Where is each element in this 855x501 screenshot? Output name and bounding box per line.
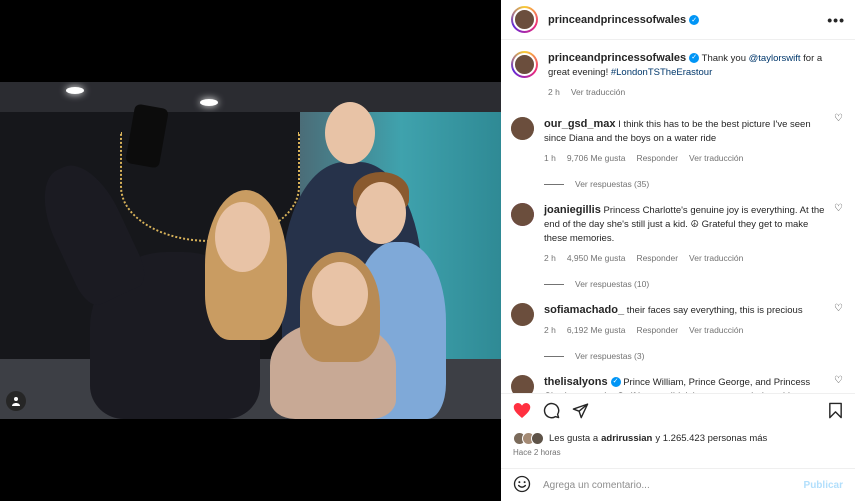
- comment-time: 2 h: [544, 325, 556, 335]
- author-username[interactable]: princeandprincessofwales: [548, 14, 686, 26]
- comment-item: joaniegillis Princess Charlotte's genuin…: [511, 189, 845, 265]
- person-charlotte-head: [312, 262, 368, 326]
- comment-reply-button[interactable]: Responder: [636, 323, 678, 337]
- comment-like-heart-icon[interactable]: ♡: [834, 375, 843, 386]
- comment-translate-link[interactable]: Ver traducción: [689, 323, 743, 337]
- caption-time: 2 h: [548, 87, 560, 97]
- author-avatar[interactable]: [511, 6, 538, 33]
- caption-hashtag[interactable]: #LondonTSTheErastour: [611, 67, 712, 78]
- comment-item: thelisalyons ✓ Prince William, Prince Geo…: [511, 361, 845, 393]
- more-options-icon[interactable]: •••: [827, 12, 845, 28]
- comment-username[interactable]: joaniegillis: [544, 204, 601, 216]
- comment-item: sofiamachado_ their faces say everything…: [511, 289, 845, 337]
- view-replies-label: Ver respuestas (10): [575, 279, 650, 289]
- comment-reply-button[interactable]: Responder: [636, 151, 678, 165]
- verified-check-icon: ✓: [689, 14, 700, 25]
- post-actions: Les gusta a adrirussian y 1.265.423 pers…: [501, 393, 855, 473]
- person-taylor-head: [215, 202, 270, 272]
- post-header: princeandprincessofwales ✓ •••: [501, 0, 855, 40]
- likes-user[interactable]: adrirussian: [601, 433, 652, 444]
- commenter-avatar[interactable]: [511, 203, 534, 226]
- caption-username[interactable]: princeandprincessofwales: [548, 52, 686, 64]
- post-comment-button[interactable]: Publicar: [804, 480, 843, 491]
- view-replies-button[interactable]: Ver respuestas (35): [544, 179, 845, 189]
- commenter-avatar[interactable]: [511, 375, 534, 393]
- likes-prefix: Les gusta a: [549, 433, 599, 444]
- caption-mention[interactable]: @taylorswift: [749, 53, 801, 64]
- comment-item: our_gsd_max I think this has to be the b…: [511, 99, 845, 165]
- comment-like-heart-icon[interactable]: ♡: [834, 113, 843, 124]
- ceiling-light: [200, 99, 218, 106]
- ceiling-light: [66, 87, 84, 94]
- view-replies-label: Ver respuestas (3): [575, 351, 645, 361]
- likers-avatars[interactable]: [513, 432, 544, 445]
- post-time: Hace 2 horas: [513, 448, 561, 457]
- comment-like-heart-icon[interactable]: ♡: [834, 303, 843, 314]
- comment-translate-link[interactable]: Ver traducción: [689, 251, 743, 265]
- view-replies-label: Ver respuestas (35): [575, 179, 650, 189]
- emoji-icon[interactable]: [513, 475, 531, 496]
- comment-username[interactable]: our_gsd_max: [544, 118, 616, 130]
- comment-likes[interactable]: 4,950 Me gusta: [567, 251, 626, 265]
- comment-username[interactable]: thelisalyons: [544, 376, 608, 388]
- comment-translate-link[interactable]: Ver traducción: [689, 151, 743, 165]
- likes-suffix[interactable]: y 1.265.423 personas más: [655, 433, 767, 444]
- verified-check-icon: ✓: [689, 53, 700, 64]
- person-george-head: [356, 182, 406, 244]
- bookmark-icon[interactable]: [828, 402, 843, 419]
- caption: princeandprincessofwales ✓ Thank you @tay…: [511, 41, 845, 99]
- comment-reply-button[interactable]: Responder: [636, 251, 678, 265]
- verified-check-icon: ✓: [610, 377, 621, 388]
- comment-text: their faces say everything, this is prec…: [626, 305, 803, 316]
- heart-filled-icon[interactable]: [513, 402, 531, 419]
- view-replies-button[interactable]: Ver respuestas (10): [544, 279, 845, 289]
- commenter-avatar[interactable]: [511, 303, 534, 326]
- view-replies-button[interactable]: Ver respuestas (3): [544, 351, 845, 361]
- post-panel: princeandprincessofwales ✓ ••• princeand…: [501, 0, 855, 501]
- caption-avatar[interactable]: [511, 51, 538, 78]
- share-icon[interactable]: [572, 402, 589, 419]
- comment-icon[interactable]: [543, 402, 560, 419]
- tagged-users-icon[interactable]: [6, 391, 26, 411]
- likes-summary: Les gusta a adrirussian y 1.265.423 pers…: [513, 432, 843, 445]
- comment-time: 1 h: [544, 153, 556, 163]
- comments-list[interactable]: princeandprincessofwales ✓ Thank you @tay…: [501, 41, 855, 393]
- caption-text: Thank you: [701, 53, 749, 64]
- comment-username[interactable]: sofiamachado_: [544, 304, 624, 316]
- comment-likes[interactable]: 9,706 Me gusta: [567, 151, 626, 165]
- person-william-head: [325, 102, 375, 164]
- caption-translate-link[interactable]: Ver traducción: [571, 85, 625, 99]
- add-comment-bar: Publicar: [501, 468, 855, 501]
- post-media[interactable]: [0, 0, 501, 501]
- comment-input[interactable]: [543, 479, 804, 491]
- comment-time: 2 h: [544, 253, 556, 263]
- comment-like-heart-icon[interactable]: ♡: [834, 203, 843, 214]
- post-photo[interactable]: [0, 82, 501, 419]
- commenter-avatar[interactable]: [511, 117, 534, 140]
- comment-likes[interactable]: 6,192 Me gusta: [567, 323, 626, 337]
